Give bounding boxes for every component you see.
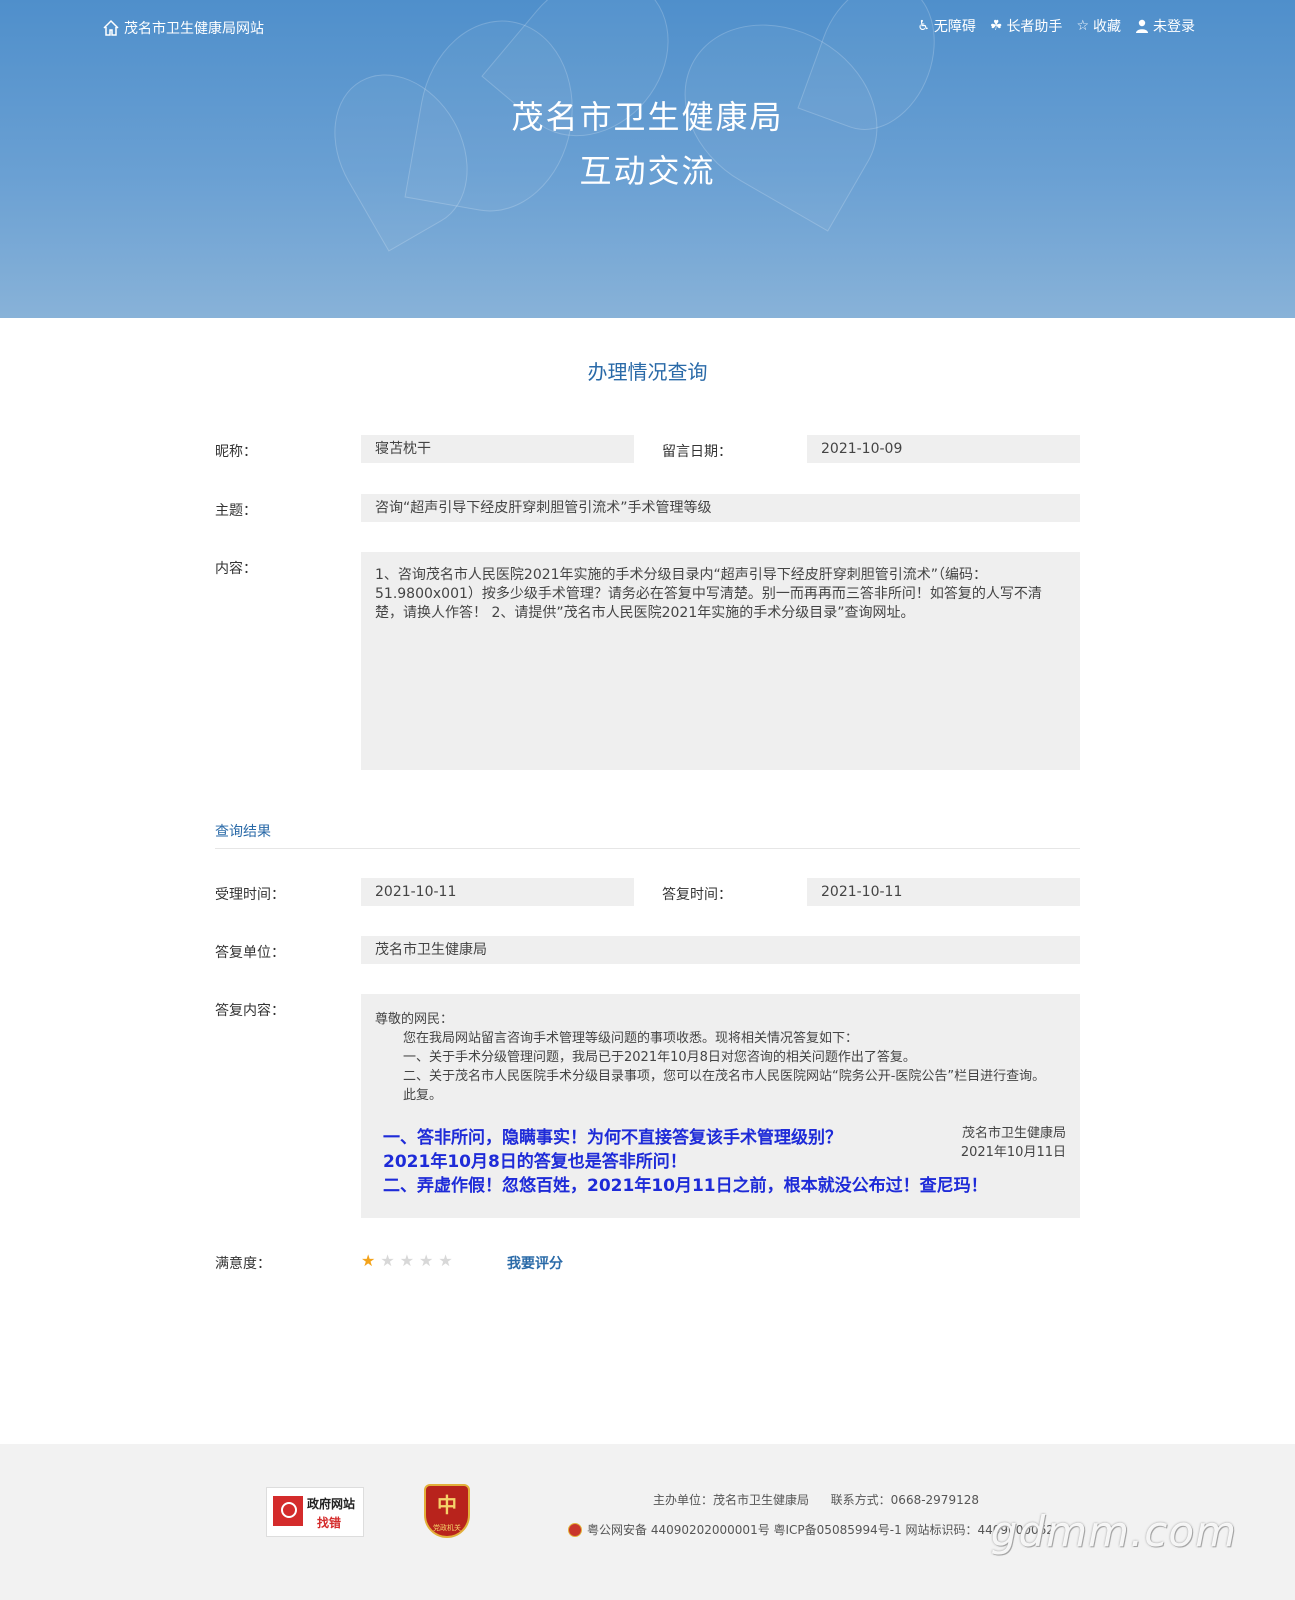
date-field: 2021-10-09 (807, 435, 1080, 463)
rating-star-icon[interactable]: ★ (361, 1253, 375, 1269)
banner-subtitle: 互动交流 (579, 152, 716, 190)
party-gov-badge[interactable]: 中 党政机关 (424, 1484, 470, 1538)
reply-paragraph: 您在我局网站留言咨询手术管理等级问题的事项收悉。现将相关情况答复如下： (403, 1031, 859, 1046)
home-icon (103, 19, 119, 36)
elder-helper-link[interactable]: ☘ 长者助手 (990, 16, 1063, 36)
reply-paragraph: 一、关于手术分级管理问题，我局已于2021年10月8日对您咨询的相关问题作出了答… (403, 1050, 916, 1065)
login-link[interactable]: 未登录 (1135, 16, 1195, 36)
page-title: 办理情况查询 (587, 360, 708, 384)
satisfaction-label: 满意度： (215, 1256, 271, 1272)
content-field: 1、咨询茂名市人民医院2021年实施的手术分级目录内“超声引导下经皮肝穿刺胆管引… (361, 552, 1080, 770)
footer-sponsor-line: 主办单位：茂名市卫生健康局 联系方式：0668-2979128 (653, 1491, 979, 1508)
reply-content-label: 答复内容： (215, 1003, 285, 1019)
reply-unit-label: 答复单位： (215, 945, 285, 961)
magnifier-icon (273, 1496, 303, 1526)
reply-time-field: 2021-10-11 (807, 878, 1080, 906)
login-label: 未登录 (1153, 19, 1195, 35)
user-icon (1136, 19, 1148, 33)
accept-time-field: 2021-10-11 (361, 878, 634, 906)
nickname-label: 昵称： (215, 444, 257, 460)
elder-helper-icon: ☘ (989, 18, 1003, 34)
subject-label: 主题： (215, 503, 257, 519)
badge-small-text: 党政机关 (433, 1524, 461, 1532)
footer-record[interactable]: 粤公网安备 44090202000001号 粤ICP备05085994号-1 网… (587, 1523, 1054, 1537)
reply-unit-field: 茂名市卫生健康局 (361, 936, 1080, 964)
banner-title: 茂名市卫生健康局 (511, 98, 784, 136)
header-banner: 茂名市卫生健康局网站 ♿ 无障碍 ☘ 长者助手 ☆ 收藏 未登录 茂名市卫生健康… (0, 0, 1295, 318)
reply-greeting: 尊敬的网民： (375, 1012, 454, 1027)
favorite-label: 收藏 (1093, 19, 1121, 35)
badge-line2: 找错 (317, 1516, 342, 1530)
badge-char: 中 (437, 1493, 457, 1517)
subject-field: 咨询“超声引导下经皮肝穿刺胆管引流术”手术管理等级 (361, 494, 1080, 522)
annotation-line: 2021年10月8日的答复也是答非所问！ (383, 1152, 687, 1172)
result-section-title: 查询结果 (215, 824, 271, 840)
elder-helper-label: 长者助手 (1006, 19, 1063, 35)
rating-stars: ★ ★ ★ ★ ★ (361, 1253, 453, 1269)
blue-annotation: 一、答非所问，隐瞒事实！为何不直接答复该手术管理级别？ 2021年10月8日的答… (383, 1126, 988, 1198)
rating-star-icon[interactable]: ★ (419, 1253, 433, 1269)
accessibility-link[interactable]: ♿ 无障碍 (917, 16, 976, 36)
reply-time-label: 答复时间： (662, 887, 732, 903)
star-outline-icon: ☆ (1076, 18, 1089, 34)
reply-closing: 此复。 (403, 1088, 443, 1103)
site-link-label: 茂名市卫生健康局网站 (124, 21, 264, 37)
rating-star-icon[interactable]: ★ (400, 1253, 414, 1269)
accept-time-label: 受理时间： (215, 887, 285, 903)
reply-paragraph: 二、关于茂名市人民医院手术分级目录事项，您可以在茂名市人民医院网站“院务公开-医… (403, 1069, 1046, 1084)
footer-sponsor: 主办单位：茂名市卫生健康局 (653, 1493, 810, 1507)
rate-button[interactable]: 我要评分 (507, 1253, 563, 1273)
rating-star-icon[interactable]: ★ (438, 1253, 452, 1269)
annotation-line: 一、答非所问，隐瞒事实！为何不直接答复该手术管理级别？ (383, 1128, 842, 1148)
police-badge-icon (568, 1523, 582, 1537)
rating-star-icon[interactable]: ★ (380, 1253, 394, 1269)
accessibility-label: 无障碍 (933, 19, 976, 35)
watermark: gdmm.com (990, 1507, 1237, 1556)
site-home-link[interactable]: 茂名市卫生健康局网站 (102, 18, 264, 38)
date-label: 留言日期： (662, 444, 732, 460)
footer-contact: 联系方式：0668-2979128 (830, 1493, 979, 1507)
reply-content-field: 尊敬的网民： 您在我局网站留言咨询手术管理等级问题的事项收悉。现将相关情况答复如… (361, 994, 1080, 1218)
gov-site-error-report-badge[interactable]: 政府网站 找错 (266, 1487, 364, 1537)
section-divider (215, 848, 1080, 849)
annotation-line: 二、弄虚作假！忽悠百姓，2021年10月11日之前，根本就没公布过！查尼玛！ (383, 1176, 988, 1196)
nickname-field: 寝苫枕干 (361, 435, 634, 463)
badge-line1: 政府网站 (307, 1497, 356, 1511)
top-links: ♿ 无障碍 ☘ 长者助手 ☆ 收藏 未登录 (917, 16, 1195, 36)
favorite-link[interactable]: ☆ 收藏 (1076, 16, 1121, 36)
wheelchair-icon: ♿ (917, 18, 930, 34)
content-label: 内容： (215, 561, 257, 577)
footer-record-line: 粤公网安备 44090202000001号 粤ICP备05085994号-1 网… (568, 1521, 1054, 1538)
